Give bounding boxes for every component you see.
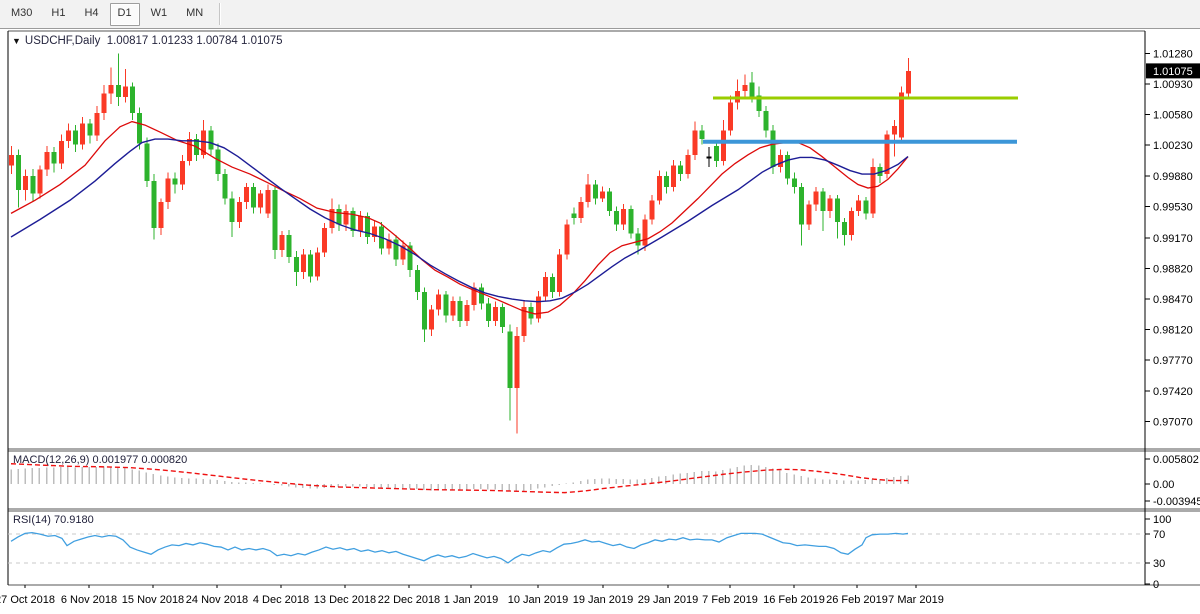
axis-tick-label: 0.005802: [1153, 454, 1199, 466]
axis-tick-label: 30: [1153, 558, 1165, 570]
axis-tick-label: 70: [1153, 529, 1165, 541]
axis-tick-label: 0.98470: [1153, 294, 1193, 306]
axis-tick-label: 26 Feb 2019: [826, 594, 888, 606]
axis-tick-label: 0.99880: [1153, 171, 1193, 183]
timeframe-button-m30[interactable]: M30: [3, 3, 40, 26]
axis-tick-label: 1.00930: [1153, 79, 1193, 91]
axis-tick-label: 13 Dec 2018: [314, 594, 376, 606]
macd-indicator-label: MACD(12,26,9) 0.001977 0.000820: [13, 454, 187, 466]
axis-tick-label: 0.99530: [1153, 201, 1193, 213]
symbol-dropdown-icon[interactable]: ▼: [12, 36, 21, 46]
axis-tick-label: 0.97070: [1153, 416, 1193, 428]
timeframe-button-d1[interactable]: D1: [110, 3, 140, 26]
axis-tick-label: 15 Nov 2018: [122, 594, 184, 606]
axis-tick-label: 19 Jan 2019: [573, 594, 634, 606]
axis-tick-label: 4 Dec 2018: [253, 594, 309, 606]
timeframe-toolbar: M30 H1 H4 D1 W1 MN: [0, 0, 1200, 29]
axis-tick-label: 0.98820: [1153, 263, 1193, 275]
axis-tick-label: 1.00230: [1153, 140, 1193, 152]
axis-tick-label: 7 Feb 2019: [702, 594, 758, 606]
chart-canvas[interactable]: 1.01280 1.00930 1.00580 1.00230 0.99880 0.995…: [0, 29, 1200, 614]
axis-tick-label: 1.00580: [1153, 110, 1193, 122]
axis-tick-label: 6 Nov 2018: [61, 594, 117, 606]
chart-title-ohlc: 1.00817 1.01233 1.00784 1.01075: [107, 35, 283, 47]
axis-tick-label: 0.98120: [1153, 325, 1193, 337]
timeframe-button-mn[interactable]: MN: [178, 3, 211, 26]
macd-histogram: [11, 465, 908, 491]
chart-title: ▼ USDCHF,Daily 1.00817 1.01233 1.00784 1.…: [12, 35, 283, 47]
axis-tick-label: 7 Mar 2019: [888, 594, 944, 606]
axis-tick-label: 27 Oct 2018: [0, 594, 55, 606]
last-price-badge: 1.01075: [1146, 63, 1200, 78]
rsi-axis[interactable]: 100 70 30 0: [1145, 514, 1171, 591]
last-price-value: 1.01075: [1153, 66, 1193, 78]
axis-tick-label: 22 Dec 2018: [378, 594, 440, 606]
axis-tick-label: 0.97770: [1153, 355, 1193, 367]
timeframe-button-h1[interactable]: H1: [43, 3, 73, 26]
rsi-level-lines: [8, 534, 1145, 563]
axis-tick-label: 24 Nov 2018: [186, 594, 248, 606]
axis-tick-label: 16 Feb 2019: [763, 594, 825, 606]
panel-frame: [8, 31, 1200, 585]
timeframe-button-w1[interactable]: W1: [143, 3, 176, 26]
chart-title-symbol: USDCHF,Daily: [25, 35, 100, 47]
axis-tick-label: 1 Jan 2019: [444, 594, 498, 606]
macd-axis[interactable]: 0.005802 0.00 -0.003945: [1145, 454, 1200, 508]
axis-tick-label: 1.01280: [1153, 48, 1193, 60]
toolbar-separator: [219, 3, 221, 25]
axis-tick-label: 29 Jan 2019: [638, 594, 699, 606]
rsi-indicator-label: RSI(14) 70.9180: [13, 514, 94, 526]
axis-tick-label: -0.003945: [1153, 496, 1200, 508]
axis-tick-label: 0: [1153, 579, 1159, 591]
axis-tick-label: 100: [1153, 514, 1171, 526]
axis-tick-label: 0.97420: [1153, 386, 1193, 398]
axis-tick-label: 0.00: [1153, 479, 1174, 491]
time-axis[interactable]: 27 Oct 2018 6 Nov 2018 15 Nov 201824 Nov 2…: [0, 585, 944, 606]
chart-window[interactable]: 1.01280 1.00930 1.00580 1.00230 0.99880 0.995…: [0, 29, 1200, 614]
timeframe-button-h4[interactable]: H4: [76, 3, 106, 26]
price-axis[interactable]: 1.01280 1.00930 1.00580 1.00230 0.99880 0.995…: [1145, 48, 1193, 428]
axis-tick-label: 0.99170: [1153, 233, 1193, 245]
axis-tick-label: 10 Jan 2019: [508, 594, 569, 606]
candles-layer: [9, 53, 911, 433]
rsi-line: [11, 533, 908, 563]
